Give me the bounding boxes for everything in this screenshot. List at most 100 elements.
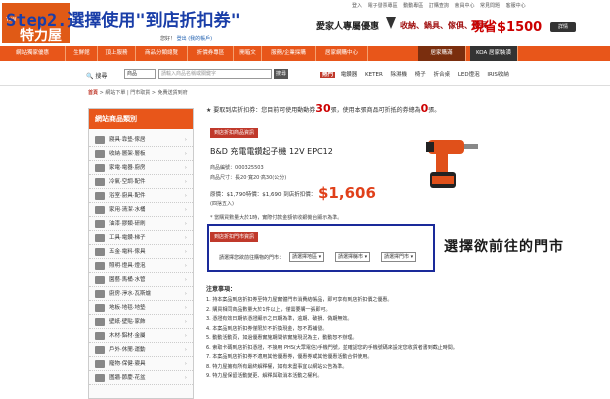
sidebar-item[interactable]: 壁紙‧壁貼‧家飾 › — [89, 315, 193, 329]
nav-item-right[interactable]: KOA 居家裝潢 — [470, 46, 518, 61]
sidebar-item[interactable]: 寵物‧保健‧寢具 › — [89, 357, 193, 371]
sidebar-item-label: 冷氣‧空調‧配件 — [109, 179, 146, 185]
hot-terms: 熱門 電鑽器 KETER 除濕機 椅子 折合桌 LED燈泡 IRIS收納 — [320, 70, 515, 78]
category-icon — [95, 332, 105, 340]
sidebar-item-label: 圍牆‧節慶‧花盆 — [109, 375, 146, 381]
chevron-right-icon: › — [184, 193, 187, 199]
sidebar-item[interactable]: 冷氣‧空調‧配件 › — [89, 175, 193, 189]
price-unit: (四捨五入) — [210, 201, 234, 207]
sidebar-item-label: 家電‧電器‧廚房 — [109, 165, 146, 171]
nav-item[interactable]: 網站獨家優惠 — [0, 46, 66, 61]
rule-line: 2. 購買相同商品數量大於1件以上，僅需要購一張即可。 — [206, 306, 331, 313]
sidebar-item-label: 地板‧地毯‧地墊 — [109, 305, 146, 311]
nav-item[interactable]: 折價券專區 — [188, 46, 234, 61]
sidebar-item-label: 家用‧清潔‧水桶 — [109, 207, 146, 213]
search-button[interactable]: 搜尋 — [274, 69, 288, 79]
search-input[interactable]: 請輸入商品名稱或關鍵字 — [158, 69, 272, 79]
promo-banner[interactable]: 愛家人專屬優惠 收納、鍋具、傢俱、燈具 現省$1500 — [316, 14, 542, 36]
sidebar-item[interactable]: 家用‧清潔‧水桶 › — [89, 203, 193, 217]
category-icon — [95, 360, 105, 368]
sidebar-item-label: 浴室‧廚具‧配件 — [109, 193, 146, 199]
breadcrumb-rest: > 網站下單 | 門市取貨 > 免費送貨到府 — [99, 90, 188, 96]
promo-detail-button[interactable]: 詳情 — [550, 22, 576, 32]
hot-term[interactable]: IRIS收納 — [487, 72, 509, 78]
account-link[interactable]: (我的帳戶) — [188, 36, 212, 42]
sidebar-title: 網站商品類別 — [89, 109, 193, 129]
sidebar-item-label: 戶外‧休閒‧運動 — [109, 347, 146, 353]
rule-line: 3. 憑證有效日期依憑證顯示之日期為準，逾期、破損、偽期無效。 — [206, 316, 353, 322]
sidebar-item[interactable]: 油漆‧膠類‧研刷 › — [89, 217, 193, 231]
sidebar-item[interactable]: 五金‧電料‧傢具 › — [89, 245, 193, 259]
store-prompt: 請選擇您欲前往購物的門市： — [219, 255, 285, 261]
category-icon — [95, 234, 105, 242]
top-link[interactable]: 電子發票專區 — [368, 3, 398, 9]
top-link[interactable]: 常見問題 — [480, 3, 500, 9]
category-icon — [95, 374, 105, 382]
sidebar-item[interactable]: 園藝‧馬桶‧水管 › — [89, 273, 193, 287]
sidebar-item[interactable]: 浴室‧廚具‧配件 › — [89, 189, 193, 203]
product-code-label: 商品編號： — [210, 165, 236, 171]
hot-term[interactable]: LED燈泡 — [458, 72, 480, 78]
category-icon — [95, 304, 105, 312]
nav-item-right[interactable]: 居家購滿 — [418, 46, 466, 61]
top-link[interactable]: 登入 — [352, 3, 362, 9]
sidebar-item-label: 工具‧電鑽‧梯子 — [109, 235, 146, 241]
annotation-hint: 選擇欲前往的門市 — [444, 239, 564, 255]
sidebar-item[interactable]: 工具‧電鑽‧梯子 › — [89, 231, 193, 245]
sidebar-item[interactable]: 照明‧燈具‧燈泡 › — [89, 259, 193, 273]
promo-title: 愛家人專屬優惠 — [316, 22, 380, 32]
sidebar-item-label: 壁紙‧壁貼‧家飾 — [109, 319, 146, 325]
promo-cash: 現省$1500 — [471, 20, 543, 35]
sidebar-item[interactable]: 家電‧電器‧廚房 › — [89, 161, 193, 175]
category-icon — [95, 248, 105, 256]
sidebar-item[interactable]: 木材‧鋁材‧金屬 › — [89, 329, 193, 343]
city-select[interactable]: 請選擇縣市 ▾ — [335, 252, 371, 262]
sidebar-item-label: 五金‧電料‧傢具 — [109, 249, 146, 255]
sidebar-item[interactable]: 戶外‧休閒‧運動 › — [89, 343, 193, 357]
store-select[interactable]: 請選擇門市 ▾ — [381, 252, 417, 262]
sidebar-item-label: 寵物‧保健‧寢具 — [109, 361, 146, 367]
nav-item[interactable]: 頂上服務 — [98, 46, 136, 61]
sidebar-item[interactable]: 廚房‧淨水‧瓦斯爐 › — [89, 287, 193, 301]
category-icon — [95, 150, 105, 158]
top-link[interactable]: 訂購查詢 — [429, 3, 449, 9]
rule-line: 8. 特力屋擁有所有最終解釋權，如有未盡事宜以網站公告為準。 — [206, 363, 348, 370]
hot-term[interactable]: 電鑽器 — [341, 72, 358, 78]
chevron-right-icon: › — [184, 291, 187, 297]
nav-item[interactable]: 開箱文 — [234, 46, 262, 61]
nav-item[interactable]: 居家網購中心 — [316, 46, 368, 61]
product-name: B&D 充電電鑽起子機 12V EPC12 — [210, 147, 333, 156]
hot-term[interactable]: 折合桌 — [434, 72, 451, 78]
region-select[interactable]: 請選擇地區 ▾ — [289, 252, 325, 262]
nav-item[interactable]: 生鮮館 — [66, 46, 98, 61]
chevron-right-icon: › — [184, 249, 187, 255]
hot-term[interactable]: 除濕機 — [391, 72, 408, 78]
sidebar-item[interactable]: 圍牆‧節慶‧花盆 › — [89, 371, 193, 385]
price-text: 原價：$1,790特價：$1,690 到店折扣價： — [210, 192, 317, 198]
rule-line: 9. 特力屋保留活動變更、解釋與取消本活動之權利。 — [206, 373, 323, 379]
category-icon — [95, 164, 105, 172]
search-label: 🔍 搜尋 — [86, 73, 108, 80]
sidebar-item-label: 寢具‧靠墊‧傢居 — [109, 137, 146, 143]
sidebar-item[interactable]: 寢具‧靠墊‧傢居 › — [89, 133, 193, 147]
nav-item[interactable]: 商品分類總覽 — [136, 46, 188, 61]
top-link[interactable]: 客服中心 — [506, 3, 526, 9]
category-icon — [95, 276, 105, 284]
category-icon — [95, 262, 105, 270]
sidebar-item[interactable]: 收納‧層架‧層板 › — [89, 147, 193, 161]
nav-item[interactable]: 服務/企業採購 — [262, 46, 316, 61]
product-section-tag: 到店折扣商品資訊 — [210, 128, 259, 138]
search-category-select[interactable]: 商品 — [124, 69, 156, 79]
sidebar-item-label: 收納‧層架‧層板 — [109, 151, 146, 157]
breadcrumb-home[interactable]: 首頁 — [88, 90, 98, 96]
chevron-right-icon: › — [184, 277, 187, 283]
sidebar-item[interactable]: 地板‧地毯‧地墊 › — [89, 301, 193, 315]
logout-link[interactable]: 登出 — [177, 36, 187, 42]
top-link[interactable]: 會員中心 — [454, 3, 474, 9]
hot-term[interactable]: KETER — [365, 72, 383, 78]
region-select-value: 請選擇地區 — [292, 254, 318, 260]
rules-section: 注意事項： 1. 持本案品到店折扣券至特力屋實體門市消費結帳品，即可享有到店折扣… — [206, 284, 596, 382]
top-link[interactable]: 動動專區 — [403, 3, 423, 9]
hot-term[interactable]: 椅子 — [415, 72, 426, 78]
top-links: 登入 電子發票專區 動動專區 訂購查詢 會員中心 常見問題 客服中心 — [352, 2, 530, 9]
